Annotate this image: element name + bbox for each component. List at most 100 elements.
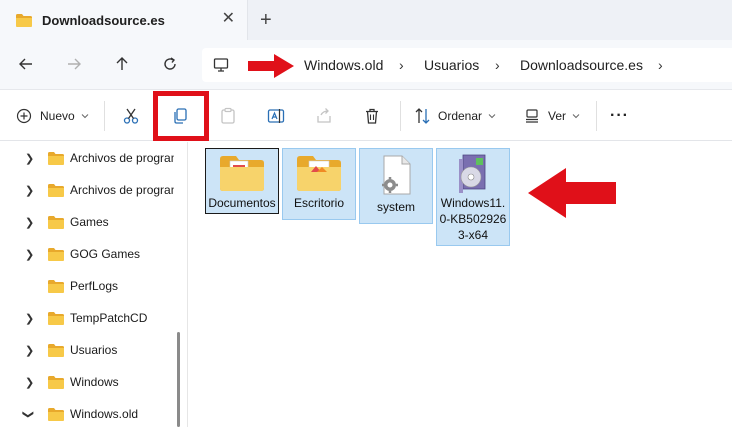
more-options-button[interactable]: ··· bbox=[610, 104, 629, 128]
file-item-label: Documentos bbox=[208, 196, 276, 210]
paste-button[interactable] bbox=[219, 104, 237, 128]
toolbar-divider bbox=[596, 101, 597, 131]
monitor-icon bbox=[213, 58, 229, 72]
tree-item-label: Archivos de programa bbox=[70, 151, 174, 165]
tree-item-temppatchcd[interactable]: ❯ TempPatchCD bbox=[0, 302, 180, 334]
tree-item-perflogs[interactable]: PerfLogs bbox=[0, 270, 180, 302]
folder-icon bbox=[48, 344, 64, 357]
folder-icon bbox=[48, 408, 64, 421]
breadcrumb-separator[interactable]: › bbox=[399, 57, 404, 73]
cut-button[interactable] bbox=[122, 104, 140, 128]
chevron-right-icon[interactable]: ❯ bbox=[25, 344, 34, 357]
chevron-right-icon[interactable]: ❯ bbox=[25, 216, 34, 229]
command-bar: Nuevo Ordenar Ver ··· bbox=[0, 91, 732, 141]
file-item-system[interactable]: system bbox=[359, 148, 433, 224]
up-arrow-icon bbox=[116, 57, 128, 70]
installer-package-icon bbox=[459, 154, 486, 193]
new-button-label: Nuevo bbox=[40, 109, 75, 123]
sort-arrows-icon bbox=[415, 108, 430, 124]
chevron-down-icon[interactable]: ❯ bbox=[22, 409, 35, 418]
desktop-folder-icon bbox=[297, 156, 341, 191]
tree-item-label: Windows.old bbox=[70, 407, 139, 421]
file-item-windows-update-package[interactable]: Windows11.0-KB5029263-x64 bbox=[436, 148, 510, 246]
tree-item-windows-old[interactable]: ❯ Windows.old bbox=[0, 398, 180, 427]
toolbar-divider bbox=[104, 101, 105, 131]
tree-item-label: GOG Games bbox=[70, 247, 141, 261]
tree-item-label: Games bbox=[70, 215, 109, 229]
forward-arrow-icon bbox=[68, 58, 81, 70]
tree-item-label: Usuarios bbox=[70, 343, 118, 357]
plus-circle-icon bbox=[16, 108, 32, 124]
refresh-button[interactable] bbox=[160, 54, 180, 74]
sidebar-scrollbar[interactable] bbox=[177, 332, 180, 427]
share-icon bbox=[317, 108, 331, 123]
share-button[interactable] bbox=[315, 104, 333, 128]
clipboard-icon bbox=[221, 107, 235, 124]
sort-button-label: Ordenar bbox=[438, 109, 483, 123]
toolbar-divider bbox=[400, 101, 401, 131]
chevron-right-icon[interactable]: ❯ bbox=[25, 312, 34, 325]
folder-icon bbox=[48, 376, 64, 389]
tab-bar: Downloadsource.es ✕ + bbox=[0, 0, 732, 40]
rename-button[interactable] bbox=[267, 104, 285, 128]
back-arrow-icon bbox=[19, 58, 32, 70]
forward-button[interactable] bbox=[64, 54, 84, 74]
annotation-arrow-left-icon bbox=[528, 168, 616, 218]
file-list: Documentos Escritorio system Windows11.0… bbox=[189, 142, 732, 427]
new-tab-button[interactable]: + bbox=[260, 10, 272, 30]
refresh-icon bbox=[164, 57, 176, 70]
file-item-escritorio[interactable]: Escritorio bbox=[282, 148, 356, 220]
folder-icon bbox=[16, 13, 32, 27]
sort-button[interactable]: Ordenar bbox=[414, 104, 496, 128]
view-button[interactable]: Ver bbox=[524, 104, 580, 128]
navigation-pane: ❯ Archivos de programa ❯ Archivos de pro… bbox=[0, 142, 188, 427]
system-file-icon bbox=[382, 155, 411, 195]
view-button-label: Ver bbox=[548, 109, 567, 123]
chevron-right-icon[interactable]: ❯ bbox=[25, 152, 34, 165]
tab-title: Downloadsource.es bbox=[42, 12, 165, 28]
chevron-right-icon[interactable]: ❯ bbox=[25, 248, 34, 261]
chevron-right-icon[interactable]: ❯ bbox=[25, 376, 34, 389]
breadcrumb-separator[interactable]: › bbox=[495, 57, 500, 73]
folder-icon bbox=[48, 216, 64, 229]
navigation-bar: Windows.old › Usuarios › Downloadsource.… bbox=[0, 40, 732, 90]
chevron-down-icon bbox=[488, 114, 496, 119]
scissors-icon bbox=[123, 108, 139, 124]
tree-item-usuarios[interactable]: ❯ Usuarios bbox=[0, 334, 180, 366]
tree-item-gog-games[interactable]: ❯ GOG Games bbox=[0, 238, 180, 270]
tree-item-label: Archivos de programa (x86) bbox=[70, 183, 174, 197]
breadcrumb-separator[interactable]: › bbox=[658, 57, 663, 73]
new-button[interactable]: Nuevo bbox=[16, 104, 89, 128]
up-button[interactable] bbox=[112, 54, 132, 74]
file-item-label: Windows11.0-KB5029263-x64 bbox=[439, 196, 507, 242]
chevron-down-icon bbox=[81, 114, 89, 119]
tree-item-label: PerfLogs bbox=[70, 279, 119, 293]
tree-item-label: TempPatchCD bbox=[70, 311, 148, 325]
delete-button[interactable] bbox=[363, 104, 381, 128]
annotation-highlight-box bbox=[153, 91, 209, 141]
folder-icon bbox=[48, 184, 64, 197]
tab-downloadsource[interactable]: Downloadsource.es ✕ bbox=[0, 0, 248, 40]
view-icon bbox=[526, 109, 538, 123]
tree-item-windows[interactable]: ❯ Windows bbox=[0, 366, 180, 398]
folder-icon bbox=[48, 312, 64, 325]
chevron-down-icon bbox=[572, 114, 580, 119]
tree-item-archivos-de-programa-x86[interactable]: ❯ Archivos de programa (x86) bbox=[0, 174, 180, 206]
folder-icon bbox=[48, 248, 64, 261]
breadcrumb-windows-old[interactable]: Windows.old bbox=[304, 57, 383, 73]
tree-item-label: Windows bbox=[70, 375, 119, 389]
annotation-arrow-right-icon bbox=[248, 54, 294, 78]
file-item-documentos[interactable]: Documentos bbox=[205, 148, 279, 214]
documents-folder-icon bbox=[220, 156, 264, 191]
chevron-right-icon[interactable]: ❯ bbox=[25, 184, 34, 197]
folder-icon bbox=[48, 280, 64, 293]
file-item-label: Escritorio bbox=[293, 196, 344, 210]
folder-icon bbox=[48, 152, 64, 165]
file-item-label: system bbox=[376, 200, 415, 214]
back-button[interactable] bbox=[16, 54, 36, 74]
breadcrumb-usuarios[interactable]: Usuarios bbox=[424, 57, 479, 73]
close-tab-icon[interactable]: ✕ bbox=[222, 11, 235, 27]
tree-item-games[interactable]: ❯ Games bbox=[0, 206, 180, 238]
breadcrumb-downloadsource[interactable]: Downloadsource.es bbox=[520, 57, 643, 73]
tree-item-archivos-de-programa[interactable]: ❯ Archivos de programa bbox=[0, 142, 180, 174]
